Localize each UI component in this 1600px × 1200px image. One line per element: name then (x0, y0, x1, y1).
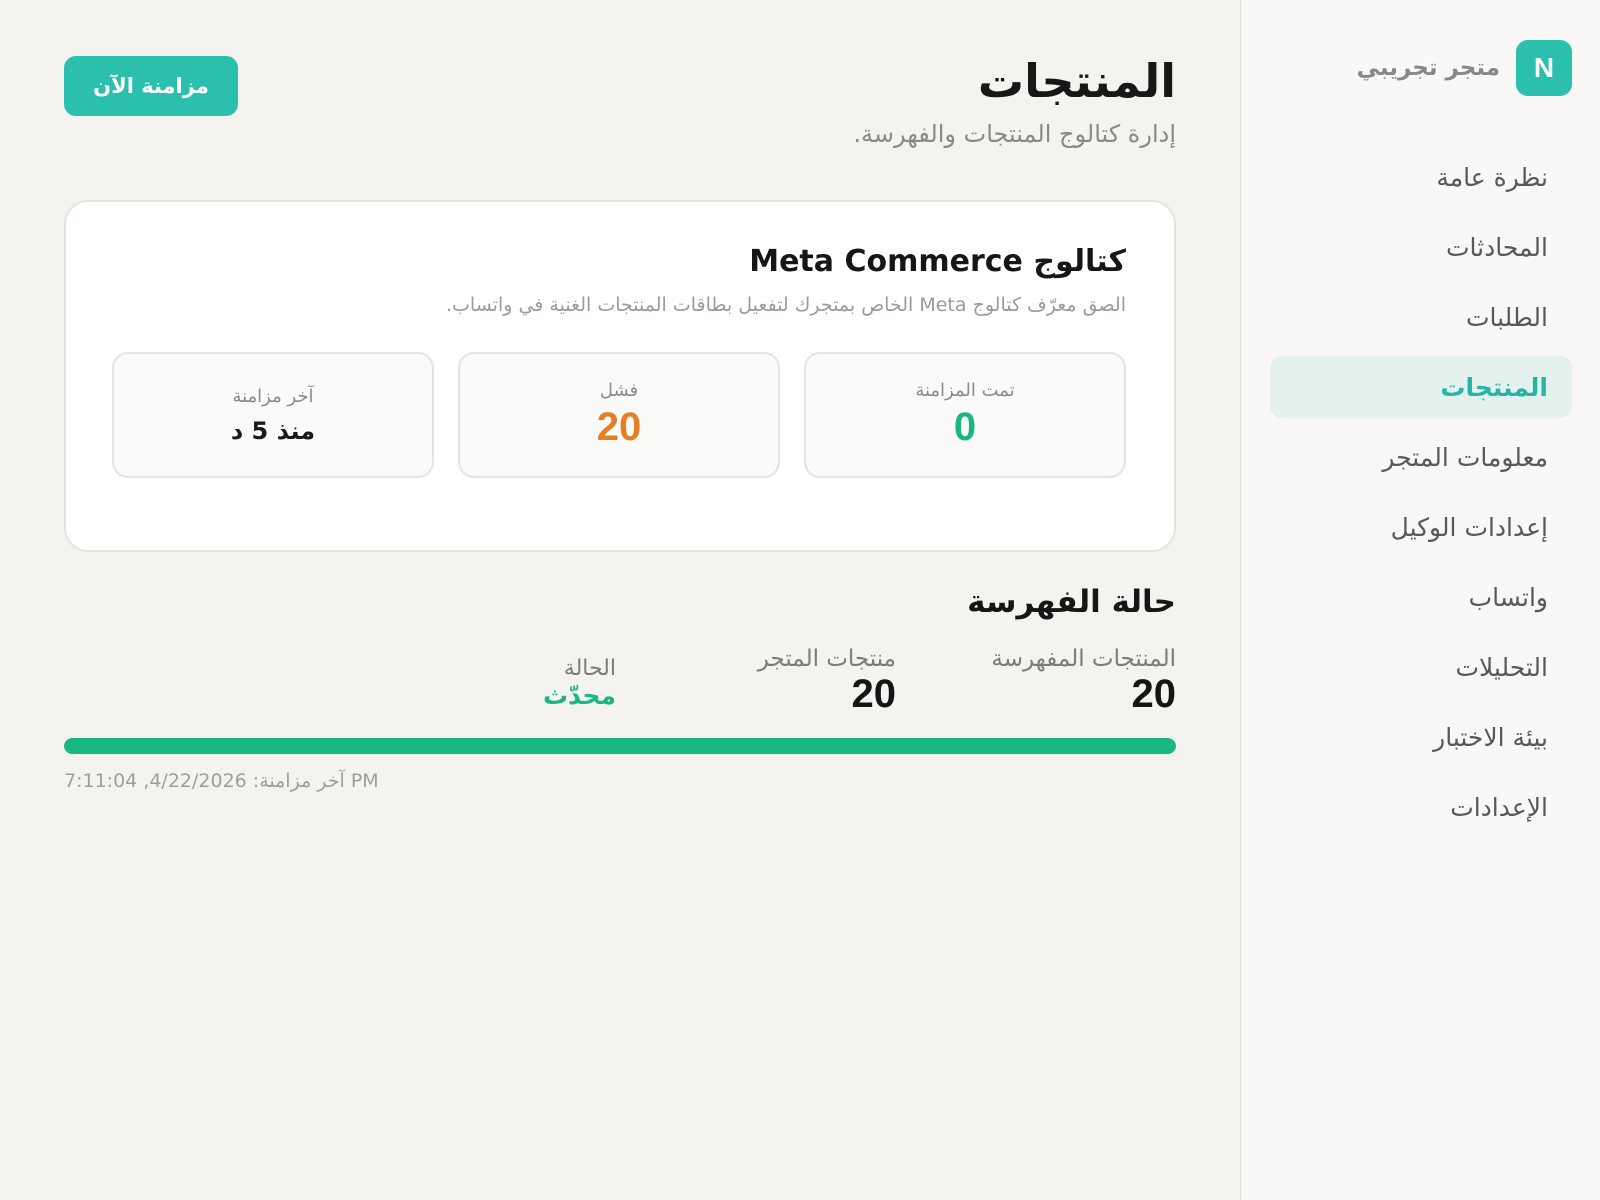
page-title: المنتجات (977, 54, 1176, 108)
sidebar-item-orders[interactable]: الطلبات (1270, 286, 1572, 348)
stat-last-sync-value: منذ 5 د (230, 416, 316, 445)
main-content: المنتجات إدارة كتالوج المنتجات والفهرسة.… (64, 0, 1176, 1200)
sidebar-item-overview[interactable]: نظرة عامة (1270, 146, 1572, 208)
stat-failed: فشل 20 (458, 352, 780, 478)
catalog-stats: تمت المزامنة 0 فشل 20 آخر مزامنة منذ 5 د (112, 352, 1126, 478)
app-root: N متجر تجريبي نظرة عامة المحادثات الطلبا… (0, 0, 1600, 1200)
sidebar-item-analytics[interactable]: التحليلات (1270, 636, 1572, 698)
indexing-progress-fill (64, 738, 1176, 754)
sidebar-item-agent-settings[interactable]: إعدادات الوكيل (1270, 496, 1572, 558)
indexing-progress-bar (64, 738, 1176, 754)
indexed-products-label: المنتجات المفهرسة (991, 646, 1176, 672)
stat-last-sync: آخر مزامنة منذ 5 د (112, 352, 434, 478)
stat-synced: تمت المزامنة 0 (804, 352, 1126, 478)
sidebar-item-conversations[interactable]: المحادثات (1270, 216, 1572, 278)
store-products-label: منتجات المتجر (757, 646, 896, 672)
indexed-products-metric: المنتجات المفهرسة 20 (991, 646, 1176, 716)
status-metric: الحالة محدّث (543, 656, 616, 710)
indexed-products-value: 20 (1131, 672, 1177, 716)
last-sync-timestamp: آخر مزامنة: 4/22/2026, 7:11:04 PM (64, 770, 379, 792)
brand[interactable]: N متجر تجريبي (1357, 40, 1572, 96)
sync-now-button[interactable]: مزامنة الآن (64, 56, 238, 116)
sidebar-nav: نظرة عامة المحادثات الطلبات المنتجات معل… (1270, 146, 1572, 846)
page-subtitle: إدارة كتالوج المنتجات والفهرسة. (853, 120, 1176, 148)
stat-last-sync-label: آخر مزامنة (232, 385, 314, 407)
store-products-metric: منتجات المتجر 20 (758, 646, 896, 716)
status-label: الحالة (563, 656, 616, 681)
brand-logo: N (1516, 40, 1572, 96)
meta-catalog-card: كتالوج Meta Commerce الصق معرّف كتالوج M… (64, 200, 1176, 552)
catalog-title: كتالوج Meta Commerce (749, 244, 1126, 279)
stat-failed-value: 20 (596, 405, 642, 449)
status-badge: محدّث (542, 681, 616, 710)
catalog-description: الصق معرّف كتالوج Meta الخاص بمتجرك لتفع… (446, 294, 1126, 316)
sidebar-item-whatsapp[interactable]: واتساب (1270, 566, 1572, 628)
sidebar-item-products[interactable]: المنتجات (1270, 356, 1572, 418)
store-products-value: 20 (851, 672, 897, 716)
sidebar: N متجر تجريبي نظرة عامة المحادثات الطلبا… (1240, 0, 1600, 1200)
stat-synced-value: 0 (953, 405, 977, 449)
sidebar-item-store-info[interactable]: معلومات المتجر (1270, 426, 1572, 488)
stat-failed-label: فشل (599, 380, 639, 401)
stat-synced-label: تمت المزامنة (915, 380, 1015, 401)
brand-name: متجر تجريبي (1356, 55, 1500, 81)
sidebar-item-sandbox[interactable]: بيئة الاختبار (1270, 706, 1572, 768)
indexing-title: حالة الفهرسة (967, 584, 1176, 620)
sidebar-item-settings[interactable]: الإعدادات (1270, 776, 1572, 838)
